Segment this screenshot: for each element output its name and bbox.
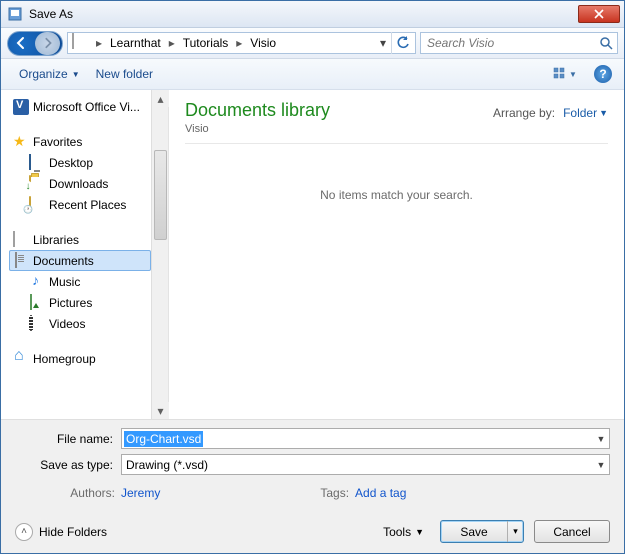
arrange-by-label: Arrange by:	[493, 106, 555, 120]
refresh-button[interactable]	[391, 32, 413, 54]
authors-label: Authors:	[15, 486, 121, 500]
star-icon: ★	[13, 134, 29, 150]
documents-icon	[13, 253, 29, 269]
tree-group-libraries[interactable]: Libraries	[9, 229, 151, 250]
recent-icon	[29, 197, 45, 213]
tree-item-pictures[interactable]: Pictures	[9, 292, 151, 313]
dialog-body: Microsoft Office Vi... ★ Favorites Deskt…	[1, 90, 624, 419]
savetype-combo[interactable]: Drawing (*.vsd) ▼	[121, 454, 610, 475]
videos-icon	[29, 316, 45, 332]
downloads-icon	[29, 176, 45, 192]
close-button[interactable]	[578, 5, 620, 23]
chevron-up-icon: ˄	[15, 523, 33, 541]
desktop-icon	[29, 155, 45, 171]
tree-group-favorites[interactable]: ★ Favorites	[9, 131, 151, 152]
filename-label: File name:	[15, 432, 121, 446]
save-split-dropdown[interactable]: ▾	[507, 521, 523, 542]
chevron-down-icon: ▼	[599, 108, 608, 118]
tags-label: Tags:	[320, 486, 355, 500]
music-icon	[29, 274, 45, 290]
filename-combo[interactable]: Org-Chart.vsd ▼	[121, 428, 610, 449]
chevron-down-icon: ▼	[415, 527, 424, 537]
tree-item-music[interactable]: Music	[9, 271, 151, 292]
new-folder-button[interactable]: New folder	[90, 63, 159, 85]
arrange-by-dropdown[interactable]: Folder ▼	[563, 106, 608, 120]
app-icon	[7, 6, 23, 22]
scroll-thumb[interactable]	[154, 150, 167, 240]
search-box[interactable]	[420, 32, 618, 54]
chevron-down-icon: ▼	[72, 70, 80, 79]
hide-folders-button[interactable]: ˄ Hide Folders	[15, 523, 107, 541]
tags-value[interactable]: Add a tag	[355, 486, 406, 500]
crumb-sep-icon[interactable]: ▸	[165, 33, 179, 53]
breadcrumb-bar[interactable]: ▸ Learnthat ▸ Tutorials ▸ Visio ▾	[67, 32, 416, 54]
search-icon[interactable]	[595, 36, 617, 50]
libraries-icon	[72, 34, 90, 52]
toolbar: Organize ▼ New folder ▼ ?	[1, 59, 624, 90]
pictures-icon	[29, 295, 45, 311]
nav-buttons	[7, 31, 63, 56]
organize-button[interactable]: Organize ▼	[13, 63, 86, 85]
tree-item-office[interactable]: Microsoft Office Vi...	[9, 96, 151, 117]
title-bar: Save As	[1, 1, 624, 28]
save-button[interactable]: Save ▾	[440, 520, 524, 543]
filename-input[interactable]: Org-Chart.vsd	[124, 431, 203, 447]
visio-icon	[13, 99, 29, 115]
tree-item-videos[interactable]: Videos	[9, 313, 151, 334]
crumb-visio[interactable]: Visio	[246, 33, 280, 53]
crumb-learnthat[interactable]: Learnthat	[106, 33, 165, 53]
savetype-label: Save as type:	[15, 458, 121, 472]
tree-item-documents[interactable]: Documents	[9, 250, 151, 271]
forward-button[interactable]	[35, 32, 60, 55]
tree-item-downloads[interactable]: Downloads	[9, 173, 151, 194]
homegroup-icon	[13, 351, 29, 367]
help-button[interactable]: ?	[594, 65, 612, 83]
tree-scrollbar[interactable]: ▴ ▾	[151, 90, 168, 419]
authors-value[interactable]: Jeremy	[121, 486, 160, 500]
library-subtitle: Visio	[185, 123, 330, 135]
library-title: Documents library	[185, 100, 330, 121]
navigation-pane: Microsoft Office Vi... ★ Favorites Deskt…	[1, 90, 169, 419]
savetype-value: Drawing (*.vsd)	[122, 458, 212, 472]
crumb-sep-icon[interactable]: ▸	[232, 33, 246, 53]
back-button[interactable]	[8, 32, 33, 55]
search-input[interactable]	[421, 36, 595, 50]
path-dropdown-icon[interactable]: ▾	[375, 36, 391, 50]
tools-dropdown[interactable]: Tools ▼	[377, 523, 430, 541]
tree-item-desktop[interactable]: Desktop	[9, 152, 151, 173]
nav-bar: ▸ Learnthat ▸ Tutorials ▸ Visio ▾	[1, 28, 624, 59]
save-as-dialog: Save As ▸ Learnthat ▸ Tutorials ▸ Visio …	[0, 0, 625, 554]
chevron-down-icon[interactable]: ▼	[593, 434, 609, 444]
chevron-down-icon[interactable]: ▼	[593, 460, 609, 470]
tree-item-recent[interactable]: Recent Places	[9, 194, 151, 215]
cancel-button[interactable]: Cancel	[534, 520, 610, 543]
bottom-panel: File name: Org-Chart.vsd ▼ Save as type:…	[1, 419, 624, 553]
libraries-icon	[13, 232, 29, 248]
crumb-tutorials[interactable]: Tutorials	[179, 33, 233, 53]
content-pane: Documents library Visio Arrange by: Fold…	[169, 90, 624, 419]
view-options-button[interactable]: ▼	[548, 63, 582, 85]
scroll-up-icon[interactable]: ▴	[152, 90, 169, 107]
crumb-root-dropdown[interactable]: ▸	[92, 33, 106, 53]
window-title: Save As	[29, 7, 578, 21]
empty-message: No items match your search.	[185, 188, 608, 202]
scroll-down-icon[interactable]: ▾	[152, 402, 169, 419]
tree-group-homegroup[interactable]: Homegroup	[9, 348, 151, 369]
